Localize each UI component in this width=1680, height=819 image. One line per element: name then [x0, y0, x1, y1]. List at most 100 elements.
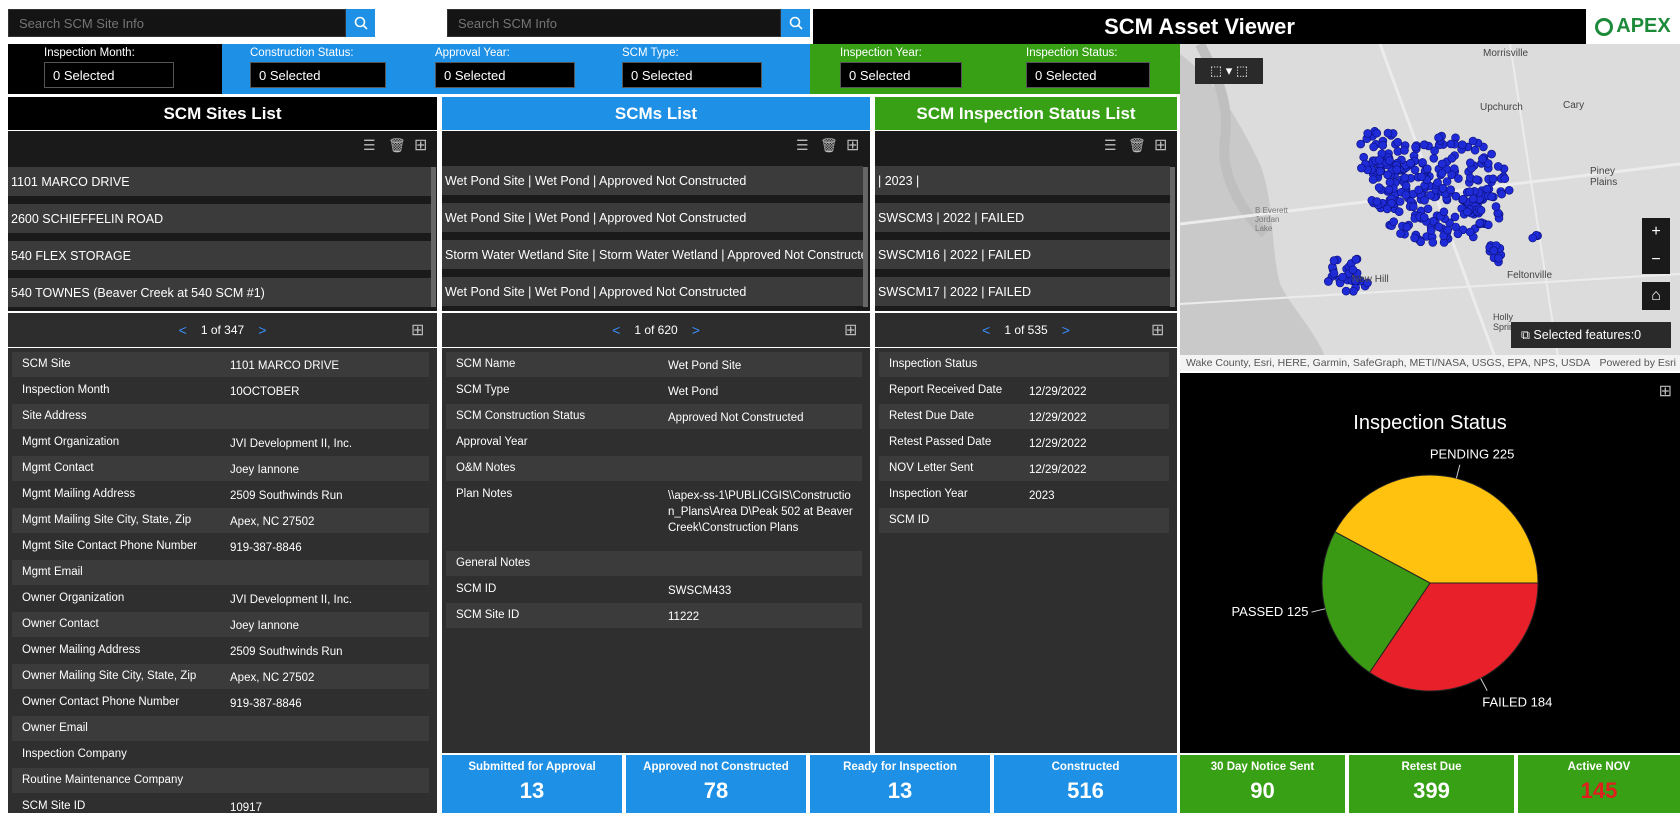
more-options-icon[interactable]: ⊞ — [846, 135, 859, 155]
map-point[interactable] — [1372, 128, 1382, 138]
home-button[interactable]: ⌂ — [1642, 282, 1670, 310]
map-point[interactable] — [1402, 222, 1412, 232]
map-point[interactable] — [1487, 149, 1496, 159]
map-point[interactable] — [1329, 269, 1339, 278]
map-point[interactable] — [1428, 238, 1438, 247]
filter-select[interactable]: 0 Selected — [44, 62, 174, 88]
list-item[interactable]: SWSCM16 | 2022 | FAILED — [875, 240, 1170, 269]
prev-page-button[interactable]: < — [612, 322, 620, 338]
map-point[interactable] — [1458, 194, 1468, 204]
map-point[interactable] — [1446, 139, 1456, 149]
map-point[interactable] — [1392, 165, 1402, 174]
map-point[interactable] — [1475, 218, 1485, 228]
select-tool-button[interactable]: ⬚ ▾ ⬚ — [1195, 58, 1263, 84]
map-point[interactable] — [1504, 186, 1514, 195]
map-point[interactable] — [1400, 173, 1410, 182]
map-point[interactable] — [1375, 155, 1384, 165]
select-list-icon[interactable]: ☰ — [796, 137, 809, 154]
map-point[interactable] — [1462, 207, 1472, 217]
map-point[interactable] — [1417, 172, 1426, 182]
map-point[interactable] — [1430, 146, 1439, 155]
map-point[interactable] — [1383, 170, 1392, 180]
map-point[interactable] — [1488, 174, 1498, 184]
map-point[interactable] — [1395, 197, 1405, 206]
scm-search-input[interactable] — [448, 10, 780, 36]
map-point[interactable] — [1409, 202, 1418, 212]
site-search-box[interactable] — [8, 9, 346, 37]
site-search-input[interactable] — [9, 10, 345, 36]
selected-features-badge[interactable]: ⧉ Selected features:0 — [1511, 322, 1671, 348]
map-point[interactable] — [1393, 137, 1402, 147]
map-point[interactable] — [1396, 229, 1405, 238]
map-point[interactable] — [1372, 197, 1382, 206]
select-list-icon[interactable]: ☰ — [1104, 137, 1117, 154]
map-point[interactable] — [1423, 204, 1433, 214]
map-point[interactable] — [1349, 287, 1358, 296]
filter-approval-year-select[interactable]: 0 Selected — [435, 62, 575, 88]
more-options-icon[interactable]: ⊞ — [844, 320, 857, 340]
list-item[interactable]: Wet Pond Site | Wet Pond | Approved Not … — [442, 166, 863, 195]
filter-construction-status-select[interactable]: 0 Selected — [250, 62, 386, 88]
map-point[interactable] — [1434, 133, 1443, 142]
map-point[interactable] — [1487, 192, 1497, 201]
filter-scm-type-select[interactable]: 0 Selected — [622, 62, 762, 88]
scm-search-button[interactable] — [781, 9, 810, 37]
map-point[interactable] — [1426, 226, 1436, 235]
list-item[interactable]: Storm Water Wetland Site | Storm Water W… — [442, 240, 863, 269]
list-item[interactable]: 540 FLEX STORAGE — [8, 241, 432, 270]
map-point[interactable] — [1329, 256, 1339, 265]
site-search-button[interactable] — [346, 9, 375, 37]
more-options-icon[interactable]: ⊞ — [411, 320, 424, 340]
list-item[interactable]: 1101 MARCO DRIVE — [8, 167, 432, 196]
clear-selection-icon[interactable]: 🗑 — [1128, 137, 1146, 154]
map-point[interactable] — [1420, 196, 1429, 205]
map-point[interactable] — [1470, 145, 1480, 155]
map-point[interactable] — [1389, 217, 1398, 226]
map-point[interactable] — [1384, 185, 1394, 195]
more-options-icon[interactable]: ⊞ — [414, 135, 427, 155]
scrollbar[interactable] — [863, 167, 868, 307]
map-point[interactable] — [1447, 170, 1456, 180]
map-point[interactable] — [1439, 207, 1449, 217]
next-page-button[interactable]: > — [692, 322, 700, 338]
map-point[interactable] — [1401, 190, 1411, 200]
scrollbar[interactable] — [431, 167, 436, 307]
filter-inspection-status-select[interactable]: 0 Selected — [1026, 62, 1150, 88]
map-point[interactable] — [1385, 156, 1394, 165]
scm-search-box[interactable] — [447, 9, 781, 37]
map-point[interactable] — [1450, 212, 1460, 222]
map-point[interactable] — [1528, 233, 1538, 243]
map-point[interactable] — [1414, 185, 1423, 195]
list-item[interactable]: Wet Pond Site | Wet Pond | Approved Not … — [442, 277, 863, 306]
map-point[interactable] — [1378, 141, 1388, 150]
map-point[interactable] — [1369, 142, 1378, 152]
map-point[interactable] — [1382, 204, 1392, 214]
map-point[interactable] — [1465, 227, 1475, 237]
map-point[interactable] — [1447, 154, 1457, 163]
map-point[interactable] — [1429, 154, 1439, 163]
map-point[interactable] — [1394, 207, 1404, 216]
map-point[interactable] — [1374, 183, 1384, 192]
map-point[interactable] — [1491, 202, 1501, 211]
map-point[interactable] — [1338, 272, 1347, 282]
map-point[interactable] — [1341, 286, 1351, 296]
map-point[interactable] — [1375, 167, 1385, 176]
map-point[interactable] — [1401, 181, 1411, 190]
map-point[interactable] — [1357, 163, 1366, 173]
map-point[interactable] — [1489, 246, 1499, 255]
map-point[interactable] — [1419, 140, 1429, 150]
map-point[interactable] — [1500, 174, 1510, 183]
filter-inspection-year-select[interactable]: 0 Selected — [840, 62, 962, 88]
zoom-out-button[interactable]: − — [1642, 246, 1670, 274]
map-point[interactable] — [1468, 136, 1478, 146]
map-point[interactable] — [1465, 187, 1475, 196]
map-view[interactable]: Morrisville Upchurch Cary Piney Plains N… — [1180, 44, 1680, 371]
list-item[interactable]: SWSCM3 | 2022 | FAILED — [875, 203, 1170, 232]
map-point[interactable] — [1443, 225, 1453, 235]
next-page-button[interactable]: > — [1062, 322, 1070, 338]
list-item[interactable]: 2600 SCHIEFFELIN ROAD — [8, 204, 432, 233]
next-page-button[interactable]: > — [258, 322, 266, 338]
list-item[interactable]: 540 TOWNES (Beaver Creek at 540 SCM #1) — [8, 278, 432, 307]
prev-page-button[interactable]: < — [982, 322, 990, 338]
map-point[interactable] — [1437, 159, 1447, 169]
